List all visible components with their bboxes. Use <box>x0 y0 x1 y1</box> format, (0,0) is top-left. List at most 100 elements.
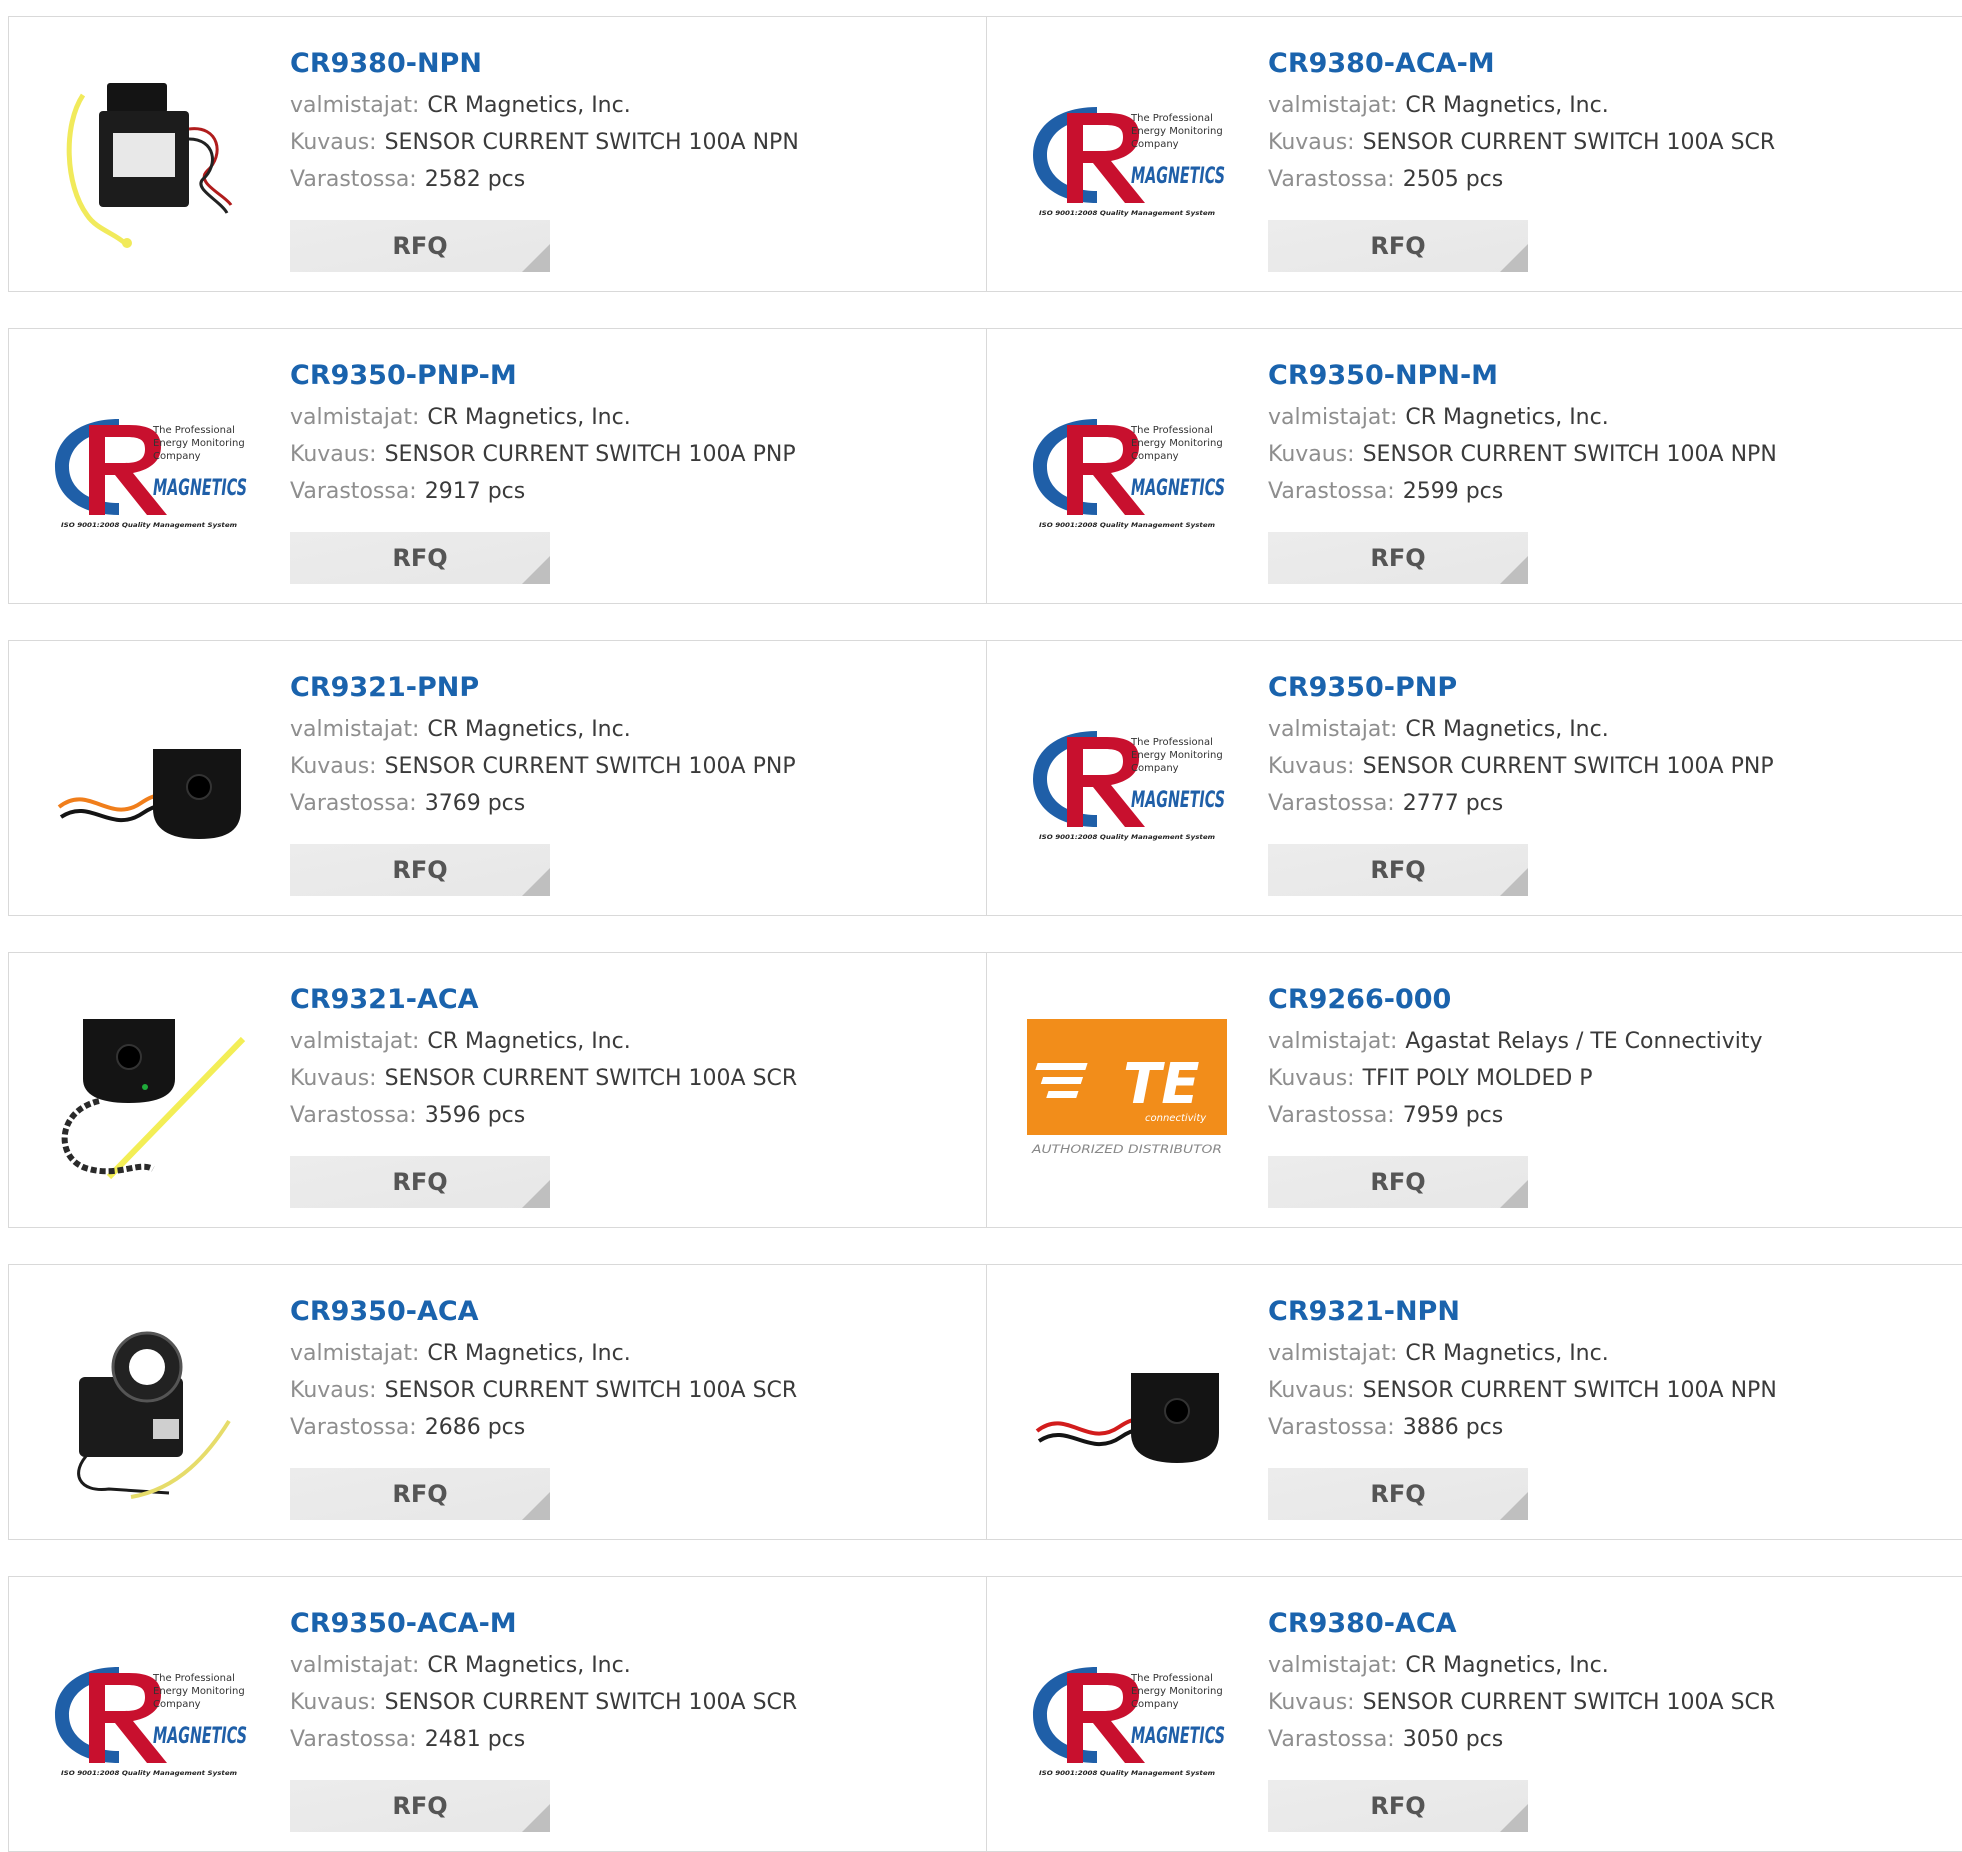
sensor-clamp <box>107 83 167 113</box>
stock-row: Varastossa: 3769 pcs <box>290 785 966 822</box>
rfq-button[interactable]: RFQ <box>1268 532 1528 584</box>
product-card: CR9321-PNP valmistajat: CR Magnetics, Inc… <box>8 640 987 916</box>
manufacturer-row: valmistajat: CR Magnetics, Inc. <box>1268 711 1962 748</box>
rfq-button[interactable]: RFQ <box>290 532 550 584</box>
stock-row: Varastossa: 3886 pcs <box>1268 1409 1962 1446</box>
manufacturer-value: CR Magnetics, Inc. <box>427 1029 631 1054</box>
product-grid: CR9380-NPN valmistajat: CR Magnetics, Inc… <box>0 0 1962 1852</box>
logo-brand-word: MAGNETICS <box>1131 788 1225 813</box>
description-value: SENSOR CURRENT SWITCH 100A PNP <box>1362 754 1774 779</box>
rfq-corner-decoration <box>522 556 550 584</box>
description-value: SENSOR CURRENT SWITCH 100A SCR <box>1362 130 1776 155</box>
description-label: Kuvaus: <box>290 442 377 467</box>
rfq-button[interactable]: RFQ <box>1268 844 1528 896</box>
manufacturer-value: CR Magnetics, Inc. <box>427 717 631 742</box>
product-title-link[interactable]: CR9380-NPN <box>290 47 966 87</box>
stock-row: Varastossa: 2582 pcs <box>290 161 966 198</box>
product-image[interactable] <box>49 55 249 255</box>
rfq-button[interactable]: RFQ <box>1268 1780 1528 1832</box>
rfq-button[interactable]: RFQ <box>290 1780 550 1832</box>
product-image[interactable] <box>49 679 249 879</box>
product-title-link[interactable]: CR9266-000 <box>1268 983 1962 1023</box>
manufacturer-label: valmistajat: <box>1268 1653 1398 1678</box>
description-label: Kuvaus: <box>1268 442 1355 467</box>
product-image[interactable]: The Professional Energy Monitoring Company… <box>49 367 249 567</box>
rfq-button-label: RFQ <box>1370 1480 1426 1508</box>
product-image[interactable]: The Professional Energy Monitoring Company… <box>1027 1615 1227 1815</box>
description-label: Kuvaus: <box>290 1066 377 1091</box>
stock-row: Varastossa: 2686 pcs <box>290 1409 966 1446</box>
stock-row: Varastossa: 2481 pcs <box>290 1721 966 1758</box>
logo-te-sub: connectivity <box>1145 1113 1207 1124</box>
rfq-corner-decoration <box>522 1492 550 1520</box>
manufacturer-value: CR Magnetics, Inc. <box>427 405 631 430</box>
stock-value: 2917 pcs <box>424 479 526 504</box>
led-dot <box>142 1084 148 1090</box>
description-value: SENSOR CURRENT SWITCH 100A SCR <box>384 1378 798 1403</box>
description-value: TFIT POLY MOLDED P <box>1362 1066 1593 1091</box>
stock-label: Varastossa: <box>290 1103 417 1128</box>
description-row: Kuvaus: SENSOR CURRENT SWITCH 100A SCR <box>290 1684 966 1721</box>
product-image[interactable]: The Professional Energy Monitoring Company… <box>1027 55 1227 255</box>
stock-label: Varastossa: <box>1268 1727 1395 1752</box>
sensor-label <box>113 133 175 177</box>
description-value: SENSOR CURRENT SWITCH 100A PNP <box>384 442 796 467</box>
product-image[interactable]: TE connectivity AUTHORIZED DISTRIBUTOR <box>1027 991 1227 1191</box>
description-label: Kuvaus: <box>290 1378 377 1403</box>
product-title-link[interactable]: CR9380-ACA-M <box>1268 47 1962 87</box>
stock-label: Varastossa: <box>1268 167 1395 192</box>
product-card: CR9380-NPN valmistajat: CR Magnetics, Inc… <box>8 16 987 292</box>
donut-red-photo-icon <box>1035 1373 1219 1463</box>
product-image[interactable]: The Professional Energy Monitoring Company… <box>49 1615 249 1815</box>
rfq-button[interactable]: RFQ <box>1268 1468 1528 1520</box>
stock-value: 2777 pcs <box>1402 791 1504 816</box>
description-value: SENSOR CURRENT SWITCH 100A SCR <box>384 1690 798 1715</box>
product-card: CR9350-ACA valmistajat: CR Magnetics, Inc… <box>8 1264 987 1540</box>
product-image[interactable] <box>1027 1303 1227 1503</box>
manufacturer-value: CR Magnetics, Inc. <box>1405 93 1609 118</box>
logo-stripe <box>1040 1077 1084 1084</box>
rfq-button[interactable]: RFQ <box>1268 220 1528 272</box>
description-row: Kuvaus: SENSOR CURRENT SWITCH 100A SCR <box>1268 1684 1962 1721</box>
product-title-link[interactable]: CR9350-PNP <box>1268 671 1962 711</box>
rfq-corner-decoration <box>522 1804 550 1832</box>
product-title-link[interactable]: CR9350-PNP-M <box>290 359 966 399</box>
stock-value: 2481 pcs <box>424 1727 526 1752</box>
product-image[interactable] <box>49 991 249 1191</box>
product-image[interactable]: The Professional Energy Monitoring Company… <box>1027 367 1227 567</box>
rfq-button[interactable]: RFQ <box>1268 1156 1528 1208</box>
product-image[interactable]: The Professional Energy Monitoring Company… <box>1027 679 1227 879</box>
stock-value: 3596 pcs <box>424 1103 526 1128</box>
rfq-button[interactable]: RFQ <box>290 1156 550 1208</box>
product-image[interactable] <box>49 1303 249 1503</box>
product-title-link[interactable]: CR9321-ACA <box>290 983 966 1023</box>
logo-tagline-1: The Professional <box>1130 737 1213 748</box>
product-title-link[interactable]: CR9321-PNP <box>290 671 966 711</box>
manufacturer-value: CR Magnetics, Inc. <box>427 1653 631 1678</box>
stock-label: Varastossa: <box>1268 1103 1395 1128</box>
product-title-link[interactable]: CR9321-NPN <box>1268 1295 1962 1335</box>
description-value: SENSOR CURRENT SWITCH 100A SCR <box>384 1066 798 1091</box>
rfq-button[interactable]: RFQ <box>290 1468 550 1520</box>
rfq-corner-decoration <box>1500 556 1528 584</box>
manufacturer-row: valmistajat: CR Magnetics, Inc. <box>290 1647 966 1684</box>
rfq-corner-decoration <box>1500 1804 1528 1832</box>
stock-row: Varastossa: 2777 pcs <box>1268 785 1962 822</box>
manufacturer-label: valmistajat: <box>1268 1029 1398 1054</box>
rfq-corner-decoration <box>522 1180 550 1208</box>
product-title-link[interactable]: CR9350-NPN-M <box>1268 359 1962 399</box>
stock-value: 2599 pcs <box>1402 479 1504 504</box>
rfq-button[interactable]: RFQ <box>290 220 550 272</box>
description-label: Kuvaus: <box>1268 1066 1355 1091</box>
product-title-link[interactable]: CR9350-ACA <box>290 1295 966 1335</box>
product-title-link[interactable]: CR9380-ACA <box>1268 1607 1962 1647</box>
stock-value: 2686 pcs <box>424 1415 526 1440</box>
product-info: CR9350-PNP-M valmistajat: CR Magnetics, I… <box>290 359 966 510</box>
description-value: SENSOR CURRENT SWITCH 100A PNP <box>384 754 796 779</box>
rfq-button[interactable]: RFQ <box>290 844 550 896</box>
product-title-link[interactable]: CR9350-ACA-M <box>290 1607 966 1647</box>
rfq-button-label: RFQ <box>392 1168 448 1196</box>
description-value: SENSOR CURRENT SWITCH 100A NPN <box>384 130 799 155</box>
logo-authorized-line: AUTHORIZED DISTRIBUTOR <box>1031 1142 1222 1156</box>
stock-label: Varastossa: <box>290 479 417 504</box>
